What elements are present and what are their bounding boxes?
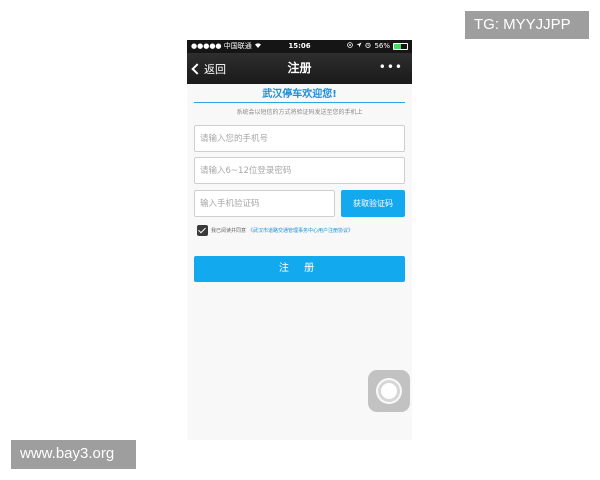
status-right: 56% [347,40,408,53]
nav-bar: 返回 注册 ••• [187,53,412,84]
agreement-row: 我已阅读并同意 《武汉市道路交通管理事务中心用户注册协议》 [197,224,353,236]
password-input[interactable] [194,157,405,184]
welcome-heading: 武汉停车欢迎您! [262,89,337,100]
phone-screen: ●●●●● 中国联通 15:06 56% 返回 注册 ••• 武汉停车欢迎您! … [187,40,412,440]
assistive-touch-icon [376,378,402,404]
more-button[interactable]: ••• [379,53,403,82]
watermark-top: TG: MYYJJPP [465,11,589,39]
assistive-touch-button[interactable] [368,370,410,412]
verification-code-input[interactable] [194,190,335,217]
agree-text: 我已阅读并同意 [211,227,247,234]
heading-divider [194,102,405,103]
lock-rotation-icon [347,40,354,53]
agree-checkbox[interactable] [197,224,208,236]
sms-notice: 系统会以短信的方式将验证码发送至您的手机上 [236,109,363,116]
phone-input[interactable] [194,125,405,152]
status-bar: ●●●●● 中国联通 15:06 56% [187,40,412,53]
register-button[interactable]: 注 册 [194,256,405,282]
agreement-link[interactable]: 《武汉市道路交通管理事务中心用户注册协议》 [248,227,353,234]
watermark-bottom: www.bay3.org [11,440,136,469]
battery-icon [393,43,408,50]
alarm-icon [365,40,372,53]
battery-percent: 56% [374,42,390,50]
get-code-button[interactable]: 获取验证码 [341,190,405,217]
location-icon [356,40,362,53]
